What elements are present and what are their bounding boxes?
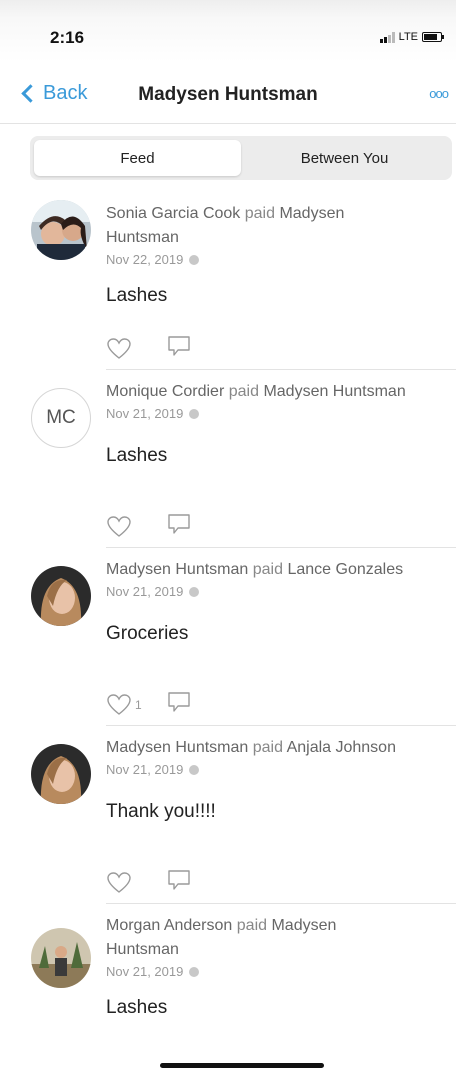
transaction-text: Morgan Anderson paid Madysen Huntsman No… xyxy=(106,914,446,1019)
payee-name[interactable]: Madysen xyxy=(279,205,344,222)
avatar[interactable]: MC xyxy=(31,388,91,448)
payee-name[interactable]: Lance Gonzales xyxy=(287,561,403,578)
transaction-note: Lashes xyxy=(106,445,168,466)
payer-name[interactable]: Monique Cordier xyxy=(106,383,224,400)
transaction-text: Sonia Garcia Cook paid Madysen Huntsman … xyxy=(106,202,446,307)
more-options-button[interactable]: ooo xyxy=(429,86,449,101)
action-row: 1 xyxy=(106,690,192,719)
signal-icon xyxy=(379,31,395,43)
transaction-text: Madysen Huntsman paid Anjala Johnson Nov… xyxy=(106,736,446,823)
heart-icon xyxy=(107,871,131,893)
payee-name[interactable]: Madysen xyxy=(271,917,336,934)
tab-between-you[interactable]: Between You xyxy=(241,140,448,176)
transaction-note: Lashes xyxy=(106,997,168,1018)
tab-feed[interactable]: Feed xyxy=(34,140,241,176)
globe-icon xyxy=(189,966,200,977)
list-item[interactable]: MC Monique Cordier paid Madysen Huntsman… xyxy=(0,370,456,548)
avatar[interactable] xyxy=(31,200,91,260)
network-label: LTE xyxy=(398,31,418,43)
page-title: Madysen Huntsman xyxy=(138,84,318,105)
payee-name-cont[interactable]: Huntsman xyxy=(106,941,179,958)
payee-name-cont[interactable]: Huntsman xyxy=(106,229,179,246)
avatar[interactable] xyxy=(31,566,91,626)
comment-icon xyxy=(168,870,190,890)
comment-button[interactable] xyxy=(166,690,192,719)
status-time: 2:16 xyxy=(50,28,85,47)
like-button[interactable] xyxy=(106,337,166,361)
status-indicators: LTE xyxy=(379,31,444,43)
list-item[interactable]: Madysen Huntsman paid Anjala Johnson Nov… xyxy=(0,726,456,904)
payee-name[interactable]: Anjala Johnson xyxy=(287,739,396,756)
transaction-text: Madysen Huntsman paid Lance Gonzales Nov… xyxy=(106,558,446,645)
heart-icon xyxy=(107,693,131,715)
payer-name[interactable]: Madysen Huntsman xyxy=(106,739,248,756)
comment-button[interactable] xyxy=(166,334,192,363)
comment-button[interactable] xyxy=(166,512,192,541)
payer-name[interactable]: Madysen Huntsman xyxy=(106,561,248,578)
like-button[interactable] xyxy=(106,515,166,539)
action-row xyxy=(106,868,192,897)
list-item[interactable]: Madysen Huntsman paid Lance Gonzales Nov… xyxy=(0,548,456,726)
verb: paid xyxy=(252,739,283,756)
transaction-date: Nov 21, 2019 xyxy=(106,762,184,777)
like-button[interactable] xyxy=(106,871,166,895)
action-row xyxy=(106,334,192,363)
transaction-date: Nov 21, 2019 xyxy=(106,584,184,599)
navigation-bar: Back Madysen Huntsman ooo xyxy=(0,62,456,124)
battery-icon xyxy=(422,32,444,42)
heart-icon xyxy=(107,515,131,537)
list-item[interactable]: Morgan Anderson paid Madysen Huntsman No… xyxy=(0,904,456,1076)
globe-icon xyxy=(189,586,200,597)
action-row xyxy=(106,512,192,541)
feed-list: Sonia Garcia Cook paid Madysen Huntsman … xyxy=(0,192,456,1076)
transaction-date: Nov 22, 2019 xyxy=(106,252,184,267)
feed-segmented-control: Feed Between You xyxy=(30,136,452,180)
verb: paid xyxy=(236,917,268,934)
globe-icon xyxy=(189,764,200,775)
transaction-note: Thank you!!!! xyxy=(106,801,216,822)
globe-icon xyxy=(189,408,200,419)
verb: paid xyxy=(228,383,259,400)
like-button[interactable]: 1 xyxy=(106,693,166,717)
comment-icon xyxy=(168,692,190,712)
list-item[interactable]: Sonia Garcia Cook paid Madysen Huntsman … xyxy=(0,192,456,370)
verb: paid xyxy=(252,561,283,578)
transaction-date: Nov 21, 2019 xyxy=(106,964,184,979)
comment-icon xyxy=(168,514,190,534)
globe-icon xyxy=(189,254,200,265)
payer-name[interactable]: Morgan Anderson xyxy=(106,917,232,934)
comment-button[interactable] xyxy=(166,868,192,897)
verb: paid xyxy=(244,205,275,222)
payee-name[interactable]: Madysen Huntsman xyxy=(263,383,405,400)
comment-icon xyxy=(168,336,190,356)
heart-icon xyxy=(107,337,131,359)
transaction-text: Monique Cordier paid Madysen Huntsman No… xyxy=(106,380,446,467)
payer-name[interactable]: Sonia Garcia Cook xyxy=(106,205,240,222)
transaction-note: Lashes xyxy=(106,285,168,306)
like-count: 1 xyxy=(135,697,142,712)
avatar[interactable] xyxy=(31,744,91,804)
transaction-date: Nov 21, 2019 xyxy=(106,406,184,421)
transaction-note: Groceries xyxy=(106,623,189,644)
home-indicator[interactable] xyxy=(160,1063,324,1068)
avatar[interactable] xyxy=(31,928,91,988)
status-bar: 2:16 LTE xyxy=(0,0,456,62)
